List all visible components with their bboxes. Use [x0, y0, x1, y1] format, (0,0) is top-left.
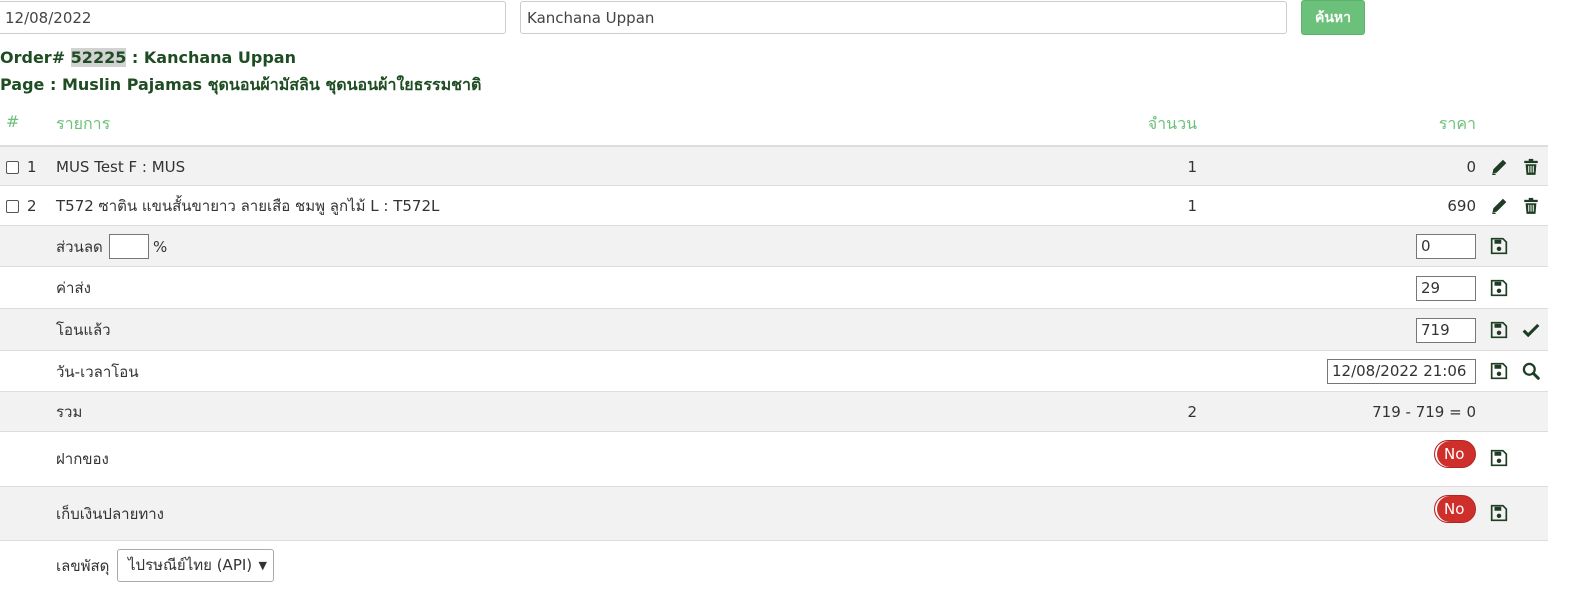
shipping-label: ค่าส่ง — [56, 279, 91, 297]
header-qty: จำนวน — [1147, 114, 1197, 133]
check-icon[interactable] — [1522, 321, 1540, 339]
header-item: รายการ — [56, 114, 111, 133]
save-icon[interactable] — [1490, 237, 1508, 255]
row-item-name: T572 ซาติน แขนสั้นขายาว ลายเสือ ชมพู ลูก… — [56, 197, 440, 215]
chevron-down-icon: ▼ — [258, 559, 267, 572]
transfer-time-row: วัน-เวลาโอน 12/08/2022 21:06 — [0, 350, 1548, 391]
total-label: รวม — [56, 403, 83, 421]
row-item-name: MUS Test F : MUS — [56, 158, 186, 176]
transferred-row: โอนแล้ว 719 — [0, 308, 1548, 350]
table-row: 2 T572 ซาติน แขนสั้นขายาว ลายเสือ ชมพู ล… — [0, 185, 1548, 225]
cod-toggle[interactable]: No — [1434, 495, 1476, 523]
carrier-select[interactable]: ไปรษณีย์ไทย (API) ▼ — [117, 549, 274, 582]
customer-name-input[interactable] — [520, 1, 1287, 34]
transferred-label: โอนแล้ว — [56, 321, 111, 339]
save-icon[interactable] — [1490, 279, 1508, 297]
percent-sign: % — [153, 238, 168, 256]
order-title: Order# 52225 : Kanchana Uppan — [0, 48, 296, 67]
row-index: 1 — [27, 158, 37, 176]
cod-row: เก็บเงินปลายทาง No — [0, 486, 1548, 540]
row-checkbox[interactable] — [6, 200, 19, 213]
row-price: 0 — [1466, 158, 1476, 176]
search-icon[interactable] — [1522, 362, 1540, 380]
cod-toggle-text: No — [1444, 500, 1465, 518]
row-qty: 1 — [1187, 197, 1197, 215]
search-button[interactable]: ค้นหา — [1301, 0, 1365, 35]
row-price: 690 — [1447, 197, 1476, 215]
pencil-icon[interactable] — [1490, 158, 1508, 176]
page-title: Page : Muslin Pajamas ชุดนอนผ้ามัสลิน ชุ… — [0, 75, 482, 94]
total-row: รวม 2 719 - 719 = 0 — [0, 391, 1548, 431]
order-customer: : Kanchana Uppan — [131, 48, 296, 67]
cod-label: เก็บเงินปลายทาง — [56, 505, 164, 523]
transfer-time-label: วัน-เวลาโอน — [56, 363, 139, 381]
save-icon[interactable] — [1490, 449, 1508, 467]
row-checkbox[interactable] — [6, 161, 19, 174]
total-qty: 2 — [1187, 403, 1197, 421]
row-qty: 1 — [1187, 158, 1197, 176]
pencil-icon[interactable] — [1490, 197, 1508, 215]
deposit-label: ฝากของ — [56, 450, 109, 468]
shipping-row: ค่าส่ง 29 — [0, 266, 1548, 308]
order-number: 52225 — [70, 48, 127, 67]
total-formula: 719 - 719 = 0 — [1372, 403, 1476, 421]
transfer-time-input[interactable]: 12/08/2022 21:06 — [1327, 359, 1476, 384]
transferred-amount-input[interactable]: 719 — [1416, 318, 1476, 343]
deposit-toggle-text: No — [1444, 445, 1465, 463]
deposit-row: ฝากของ No — [0, 431, 1548, 486]
deposit-toggle[interactable]: No — [1434, 440, 1476, 468]
header-price: ราคา — [1438, 114, 1476, 133]
carrier-select-value: ไปรษณีย์ไทย (API) — [128, 556, 253, 574]
discount-row: ส่วนลด % 0 — [0, 225, 1548, 266]
discount-amount-input[interactable]: 0 — [1416, 234, 1476, 259]
discount-percent-input[interactable] — [109, 234, 149, 259]
shipping-amount-input[interactable]: 29 — [1416, 276, 1476, 301]
table-row: 1 MUS Test F : MUS 1 0 — [0, 145, 1548, 185]
trash-icon[interactable] — [1522, 158, 1540, 176]
save-icon[interactable] — [1490, 504, 1508, 522]
trash-icon[interactable] — [1522, 197, 1540, 215]
tracking-label: เลขพัสดุ — [56, 557, 110, 575]
save-icon[interactable] — [1490, 321, 1508, 339]
order-prefix: Order# — [0, 48, 66, 67]
header-index: # — [6, 112, 20, 131]
row-index: 2 — [27, 197, 37, 215]
discount-label: ส่วนลด — [56, 238, 103, 256]
save-icon[interactable] — [1490, 362, 1508, 380]
date-input[interactable] — [0, 1, 506, 34]
